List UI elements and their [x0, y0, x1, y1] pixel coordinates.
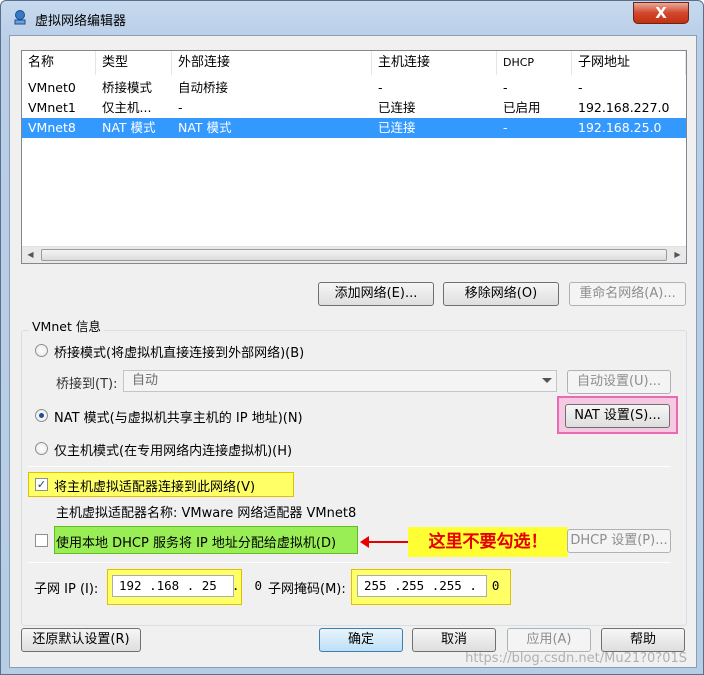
restore-defaults-button[interactable]: 还原默认设置(R) — [21, 628, 141, 652]
column-header-name[interactable]: 名称 — [22, 51, 96, 75]
separator — [28, 562, 670, 563]
close-icon: X — [655, 4, 667, 22]
watermark: https://blog.csdn.net/Mu21?0?01S — [465, 651, 687, 666]
cell-host: 已连接 — [378, 100, 416, 115]
nat-settings-button[interactable]: NAT 设置(S)... — [565, 404, 670, 428]
host-only-label: 仅主机模式(在专用网络内连接虚拟机)(H) — [54, 444, 293, 459]
cell-dhcp: - — [503, 80, 508, 95]
chevron-down-icon — [542, 378, 552, 383]
annotation-arrow — [366, 541, 408, 543]
cell-name: VMnet8 — [28, 120, 76, 135]
column-header-dhcp[interactable]: DHCP — [497, 51, 572, 75]
column-header-external[interactable]: 外部连接 — [172, 51, 372, 75]
table-row[interactable]: VMnet1 仅主机... - 已连接 已启用 192.168.227.0 — [22, 98, 686, 118]
bridge-mode-radio[interactable] — [35, 344, 48, 357]
remove-network-button[interactable]: 移除网络(O) — [443, 282, 559, 306]
scroll-right-icon[interactable]: ▶ — [669, 247, 686, 263]
auto-settings-button[interactable]: 自动设置(U)... — [567, 370, 671, 394]
cell-subnet: 192.168.227.0 — [578, 100, 670, 115]
help-button[interactable]: 帮助 — [601, 628, 685, 652]
ok-button[interactable]: 确定 — [319, 628, 403, 652]
adapter-name-text: 主机虚拟适配器名称: VMware 网络适配器 VMnet8 — [56, 506, 357, 521]
dialog-client-area: 名称 类型 外部连接 主机连接 DHCP 子网地址 VMnet0 桥接模式 自动… — [9, 35, 697, 668]
cell-name: VMnet1 — [28, 100, 76, 115]
virtual-network-editor-window: 虚拟网络编辑器 X 名称 类型 外部连接 主机连接 DHCP 子网地址 VMne… — [0, 0, 704, 675]
window-title: 虚拟网络编辑器 — [35, 14, 127, 29]
network-icon — [14, 10, 26, 25]
nat-mode-label: NAT 模式(与虚拟机共享主机的 IP 地址)(N) — [54, 411, 303, 426]
table-row-selected[interactable]: VMnet8 NAT 模式 NAT 模式 已连接 - 192.168.25.0 — [22, 118, 686, 138]
separator — [28, 466, 670, 467]
title-bar[interactable]: 虚拟网络编辑器 X — [1, 1, 703, 35]
bridge-mode-label: 桥接模式(将虚拟机直接连接到外部网络)(B) — [54, 346, 305, 361]
subnet-mask-label: 子网掩码(M): — [268, 582, 346, 597]
apply-button[interactable]: 应用(A) — [507, 628, 591, 652]
bridge-to-select[interactable]: 自动 — [123, 370, 557, 392]
column-header-subnet[interactable]: 子网地址 — [572, 51, 686, 75]
annotation-arrow-head — [360, 536, 369, 548]
scrollbar-thumb[interactable] — [41, 249, 667, 261]
cell-external: 自动桥接 — [178, 80, 229, 95]
cell-dhcp: 已启用 — [503, 100, 541, 115]
subnet-mask-input[interactable]: 255 .255 .255 . 0 — [357, 575, 499, 597]
column-header-host[interactable]: 主机连接 — [372, 51, 497, 75]
cancel-button[interactable]: 取消 — [412, 628, 496, 652]
network-list[interactable]: 名称 类型 外部连接 主机连接 DHCP 子网地址 VMnet0 桥接模式 自动… — [21, 50, 687, 264]
bridge-to-label: 桥接到(T): — [56, 377, 118, 392]
column-header-type[interactable]: 类型 — [96, 51, 172, 75]
table-row[interactable]: VMnet0 桥接模式 自动桥接 - - - — [22, 78, 686, 98]
subnet-ip-input[interactable]: 192 .168 . 25 . 0 — [112, 575, 262, 597]
cell-subnet: - — [578, 80, 583, 95]
cell-type: NAT 模式 — [102, 120, 156, 135]
subnet-ip-label: 子网 IP (I): — [34, 582, 99, 597]
cell-name: VMnet0 — [28, 80, 76, 95]
cell-external: NAT 模式 — [178, 120, 232, 135]
cell-host: - — [378, 80, 383, 95]
nat-mode-radio[interactable] — [35, 409, 48, 422]
close-button[interactable]: X — [633, 2, 689, 24]
list-header: 名称 类型 外部连接 主机连接 DHCP 子网地址 — [22, 51, 686, 75]
horizontal-scrollbar[interactable]: ◀ ▶ — [22, 246, 686, 263]
cell-type: 仅主机... — [102, 100, 152, 115]
cell-dhcp: - — [503, 120, 508, 135]
vmnet-info-label: VMnet 信息 — [29, 316, 104, 335]
cell-type: 桥接模式 — [102, 80, 153, 95]
cell-external: - — [178, 100, 183, 115]
dhcp-settings-button[interactable]: DHCP 设置(P)... — [567, 529, 671, 553]
annotation-callout: 这里不要勾选！ — [408, 527, 568, 557]
use-dhcp-label: 使用本地 DHCP 服务将 IP 地址分配给虚拟机(D) — [56, 536, 337, 551]
connect-adapter-label: 将主机虚拟适配器连接到此网络(V) — [54, 480, 256, 495]
cell-host: 已连接 — [378, 120, 416, 135]
bridge-to-value: 自动 — [132, 373, 159, 388]
use-dhcp-checkbox[interactable] — [35, 534, 48, 547]
rename-network-button[interactable]: 重命名网络(A)... — [569, 282, 686, 306]
scroll-left-icon[interactable]: ◀ — [22, 247, 39, 263]
cell-subnet: 192.168.25.0 — [578, 120, 662, 135]
add-network-button[interactable]: 添加网络(E)... — [318, 282, 434, 306]
host-only-radio[interactable] — [35, 442, 48, 455]
connect-adapter-checkbox[interactable]: ✓ — [35, 478, 48, 491]
